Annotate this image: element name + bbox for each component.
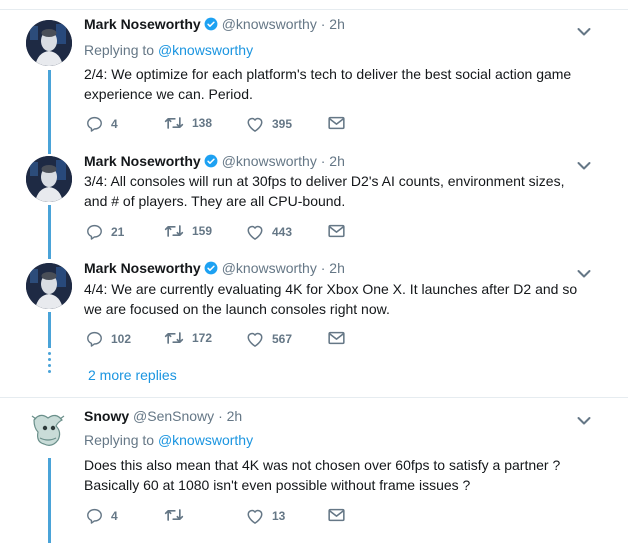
timestamp[interactable]: 2h: [329, 16, 345, 32]
display-name[interactable]: Mark Noseworthy: [84, 16, 201, 32]
like-button[interactable]: 13: [246, 508, 285, 524]
thread-more-dots: [48, 352, 51, 376]
display-name[interactable]: Snowy: [84, 408, 129, 424]
chevron-down-icon[interactable]: [577, 413, 591, 425]
retweet-count: 172: [192, 331, 213, 345]
reply-count: 4: [111, 117, 118, 131]
tweet-header: Snowy @SenSnowy · 2h: [84, 408, 242, 428]
tweet-text: 4/4: We are currently evaluating 4K for …: [84, 281, 578, 317]
retweet-button[interactable]: [164, 508, 192, 522]
retweet-icon: [164, 116, 184, 130]
reply-icon: [86, 508, 103, 524]
retweet-button[interactable]: 138: [164, 116, 212, 130]
thread-line: [48, 312, 51, 348]
avatar[interactable]: [26, 408, 72, 454]
tweet-text: Does this also mean that 4K was not chos…: [84, 457, 561, 493]
verified-badge-icon: [204, 261, 218, 278]
reply-button[interactable]: 102: [86, 331, 131, 347]
message-button[interactable]: [328, 116, 345, 130]
user-handle[interactable]: @SenSnowy: [133, 408, 214, 424]
reply-count: 21: [111, 225, 125, 239]
retweet-icon: [164, 508, 184, 522]
verified-badge-icon: [204, 17, 218, 34]
thread-line: [48, 70, 51, 154]
verified-badge-icon: [204, 154, 218, 171]
timestamp[interactable]: 2h: [329, 153, 345, 169]
retweet-icon: [164, 224, 184, 238]
message-button[interactable]: [328, 224, 345, 238]
more-replies-link[interactable]: 2 more replies: [88, 367, 177, 383]
reply-button[interactable]: 21: [86, 224, 124, 240]
avatar[interactable]: [26, 263, 72, 309]
reply-button[interactable]: 4: [86, 116, 118, 132]
separator: ·: [320, 260, 326, 276]
reply-icon: [86, 331, 103, 347]
replying-prefix: Replying to: [84, 432, 155, 448]
replying-to-link[interactable]: @knowsworthy: [158, 432, 253, 448]
timestamp[interactable]: 2h: [329, 260, 345, 276]
top-divider: [0, 0, 628, 10]
chevron-down-icon[interactable]: [577, 158, 591, 170]
thread-line: [48, 205, 51, 259]
retweet-count: 138: [192, 116, 213, 130]
like-icon: [246, 508, 264, 524]
like-button[interactable]: 443: [246, 224, 292, 240]
separator: ·: [320, 16, 326, 32]
like-count: 13: [272, 509, 286, 523]
like-icon: [246, 331, 264, 347]
tweet-header: Mark Noseworthy @knowsworthy · 2h: [84, 16, 345, 36]
display-name[interactable]: Mark Noseworthy: [84, 153, 201, 169]
tweet-header: Mark Noseworthy @knowsworthy · 2h: [84, 153, 345, 173]
tweet-text: 3/4: All consoles will run at 30fps to d…: [84, 173, 565, 209]
replying-prefix: Replying to: [84, 42, 155, 58]
retweet-button[interactable]: 159: [164, 224, 212, 238]
like-icon: [246, 116, 264, 132]
message-button[interactable]: [328, 508, 345, 522]
retweet-button[interactable]: 172: [164, 331, 212, 345]
user-handle[interactable]: @knowsworthy: [222, 260, 317, 276]
user-handle[interactable]: @knowsworthy: [222, 153, 317, 169]
message-button[interactable]: [328, 331, 345, 345]
like-count: 395: [272, 117, 293, 131]
avatar[interactable]: [26, 20, 72, 66]
tweet-header: Mark Noseworthy @knowsworthy · 2h: [84, 260, 345, 280]
like-count: 443: [272, 225, 293, 239]
message-icon: [328, 331, 345, 345]
like-button[interactable]: 567: [246, 331, 292, 347]
like-count: 567: [272, 332, 293, 346]
chevron-down-icon[interactable]: [577, 24, 591, 36]
reply-icon: [86, 224, 103, 240]
replying-to: Replying to @knowsworthy: [84, 42, 253, 58]
thread-line: [48, 458, 51, 543]
message-icon: [328, 116, 345, 130]
retweet-count: 159: [192, 224, 213, 238]
divider: [0, 397, 628, 398]
like-button[interactable]: 395: [246, 116, 292, 132]
separator: ·: [218, 408, 223, 424]
replying-to-link[interactable]: @knowsworthy: [158, 42, 253, 58]
reply-count: 4: [111, 509, 118, 523]
replying-to: Replying to @knowsworthy: [84, 432, 253, 448]
message-icon: [328, 224, 345, 238]
message-icon: [328, 508, 345, 522]
chevron-down-icon[interactable]: [577, 266, 591, 278]
retweet-icon: [164, 331, 184, 345]
reply-count: 102: [111, 332, 132, 346]
tweet-text: 2/4: We optimize for each platform's tec…: [84, 66, 572, 102]
user-handle[interactable]: @knowsworthy: [222, 16, 317, 32]
separator: ·: [320, 153, 326, 169]
timestamp[interactable]: 2h: [227, 408, 243, 424]
reply-icon: [86, 116, 103, 132]
like-icon: [246, 224, 264, 240]
avatar[interactable]: [26, 156, 72, 202]
reply-button[interactable]: 4: [86, 508, 118, 524]
display-name[interactable]: Mark Noseworthy: [84, 260, 201, 276]
